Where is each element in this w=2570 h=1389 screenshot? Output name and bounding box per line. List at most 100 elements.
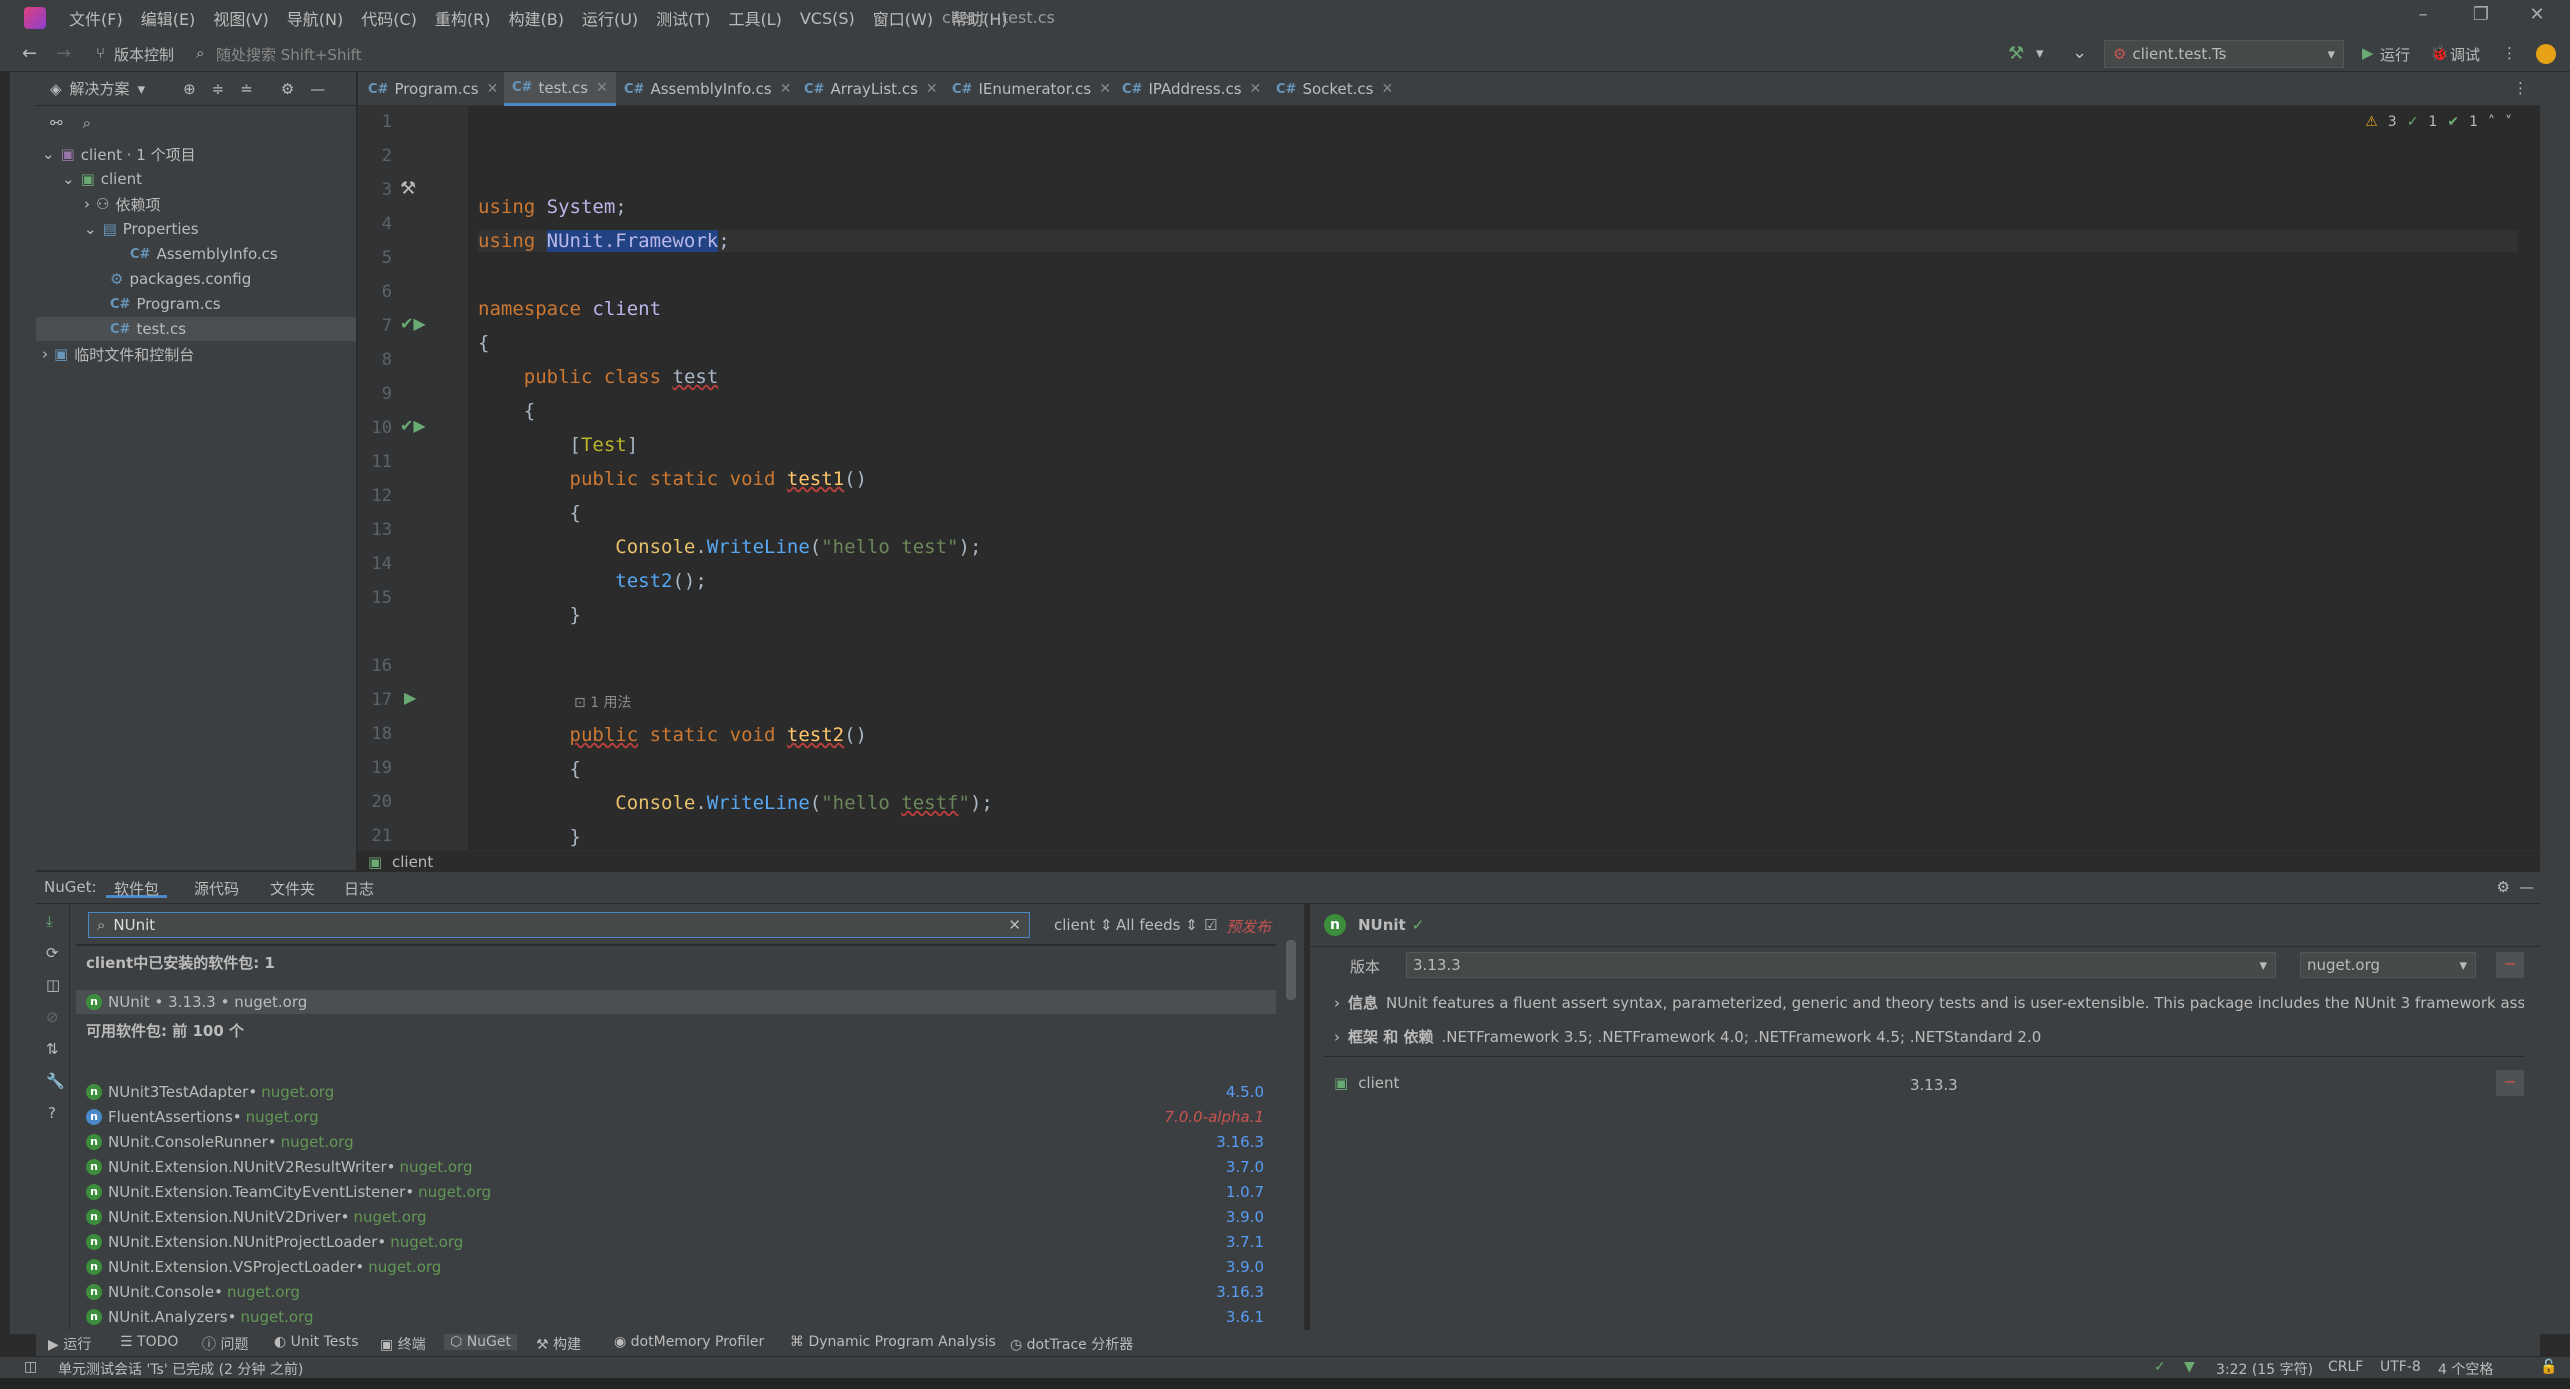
close-icon[interactable]: ✕ <box>1250 81 1262 97</box>
build-hammer-icon[interactable]: ⚒ <box>2008 43 2024 64</box>
tool-tab-unit-tests[interactable]: ◐ Unit Tests <box>274 1334 358 1350</box>
back-icon[interactable]: ← <box>22 43 37 64</box>
tree-properties[interactable]: ⌄ ▤ Properties <box>84 217 199 241</box>
close-icon[interactable]: ✕ <box>487 81 499 97</box>
code-line-7[interactable]: public class test <box>478 366 719 388</box>
tab-program-cs[interactable]: C# Program.cs ✕ <box>368 72 498 106</box>
caret-position[interactable]: 3:22 (15 字符) <box>2216 1359 2313 1379</box>
code-line-5[interactable]: namespace client <box>478 298 661 320</box>
tab-folders[interactable]: 文件夹 <box>262 878 323 899</box>
update-icon[interactable] <box>2536 44 2556 64</box>
tool-tab-nuget[interactable]: ⬡ NuGet <box>444 1334 517 1350</box>
clear-search-icon[interactable]: ✕ <box>1008 916 1021 934</box>
info-row[interactable]: › 信息 NUnit features a fluent assert synt… <box>1334 992 2524 1013</box>
tree-dependencies[interactable]: › ⚇ 依赖项 <box>84 192 160 216</box>
chevron-down-icon[interactable]: ▾ <box>2036 44 2044 62</box>
code-line-11[interactable]: { <box>478 502 581 524</box>
stop-icon[interactable]: ⊘ <box>46 1008 59 1026</box>
tree-scratches[interactable]: › ▣ 临时文件和控制台 <box>42 342 194 366</box>
tool-tab-dotmemory[interactable]: ◉ dotMemory Profiler <box>614 1334 764 1350</box>
package-row[interactable]: n FluentAssertions • nuget.org <box>86 1105 319 1129</box>
search-everywhere[interactable]: 随处搜索 Shift+Shift <box>216 44 362 65</box>
code-line-6[interactable]: { <box>478 332 489 354</box>
run-test-method-icon[interactable]: ✔▶ <box>400 416 426 435</box>
file-encoding[interactable]: UTF-8 <box>2380 1359 2421 1375</box>
tab-ipaddress-cs[interactable]: C# IPAddress.cs ✕ <box>1122 72 1261 106</box>
package-row[interactable]: n NUnit.Extension.VSProjectLoader • nuget… <box>86 1255 441 1279</box>
toggle-panels-icon[interactable]: ◫ <box>24 1359 37 1375</box>
menu-vcs[interactable]: VCS(S) <box>791 9 864 28</box>
package-row[interactable]: n NUnit.Extension.TeamCityEventListener •… <box>86 1180 491 1204</box>
menu-build[interactable]: 构建(B) <box>500 6 573 30</box>
package-row[interactable]: n NUnit3TestAdapter • nuget.org <box>86 1080 334 1104</box>
tab-packages[interactable]: 软件包 <box>106 872 168 898</box>
breadcrumb-item[interactable]: client <box>392 853 433 871</box>
remove-from-project-button[interactable]: − <box>2496 1070 2524 1096</box>
code-line-3[interactable]: using NUnit.Framework; <box>478 230 2518 252</box>
vcs-button[interactable]: 版本控制 <box>114 44 174 65</box>
debug-button[interactable]: 调试 <box>2450 44 2480 65</box>
filter-icon[interactable]: ⚯ <box>50 114 63 132</box>
package-row[interactable]: n NUnit.Extension.NUnitV2Driver • nuget.o… <box>86 1205 427 1229</box>
vcs-status-icon[interactable]: ▼ <box>2184 1359 2195 1375</box>
run-config-select[interactable]: ⚙ client.test.Ts ▾ <box>2104 40 2344 68</box>
solution-title[interactable]: 解决方案 <box>70 78 130 99</box>
locate-icon[interactable]: ⊕ <box>183 80 196 98</box>
project-filter[interactable]: client ⇕ <box>1054 916 1113 934</box>
line-ending[interactable]: CRLF <box>2328 1359 2363 1375</box>
tree-root[interactable]: ⌄ ▣ client · 1 个项目 <box>42 142 196 166</box>
menu-view[interactable]: 视图(V) <box>204 6 277 30</box>
deps-row[interactable]: › 框架 和 依赖 .NETFramework 3.5; .NETFramewo… <box>1334 1026 2041 1047</box>
tool-tab-todo[interactable]: ☰ TODO <box>120 1334 178 1350</box>
close-window-button[interactable]: ✕ <box>2512 4 2562 25</box>
tool-tab-build[interactable]: ⚒ 构建 <box>536 1334 581 1354</box>
menu-tools[interactable]: 工具(L) <box>719 6 790 30</box>
menu-code[interactable]: 代码(C) <box>352 6 426 30</box>
menu-window[interactable]: 窗口(W) <box>864 6 942 30</box>
tree-assemblyinfo[interactable]: C# AssemblyInfo.cs <box>130 242 278 266</box>
package-row[interactable]: n NUnit.Extension.NUnitProjectLoader • nu… <box>86 1230 463 1254</box>
tool-tab-problems[interactable]: ⓘ 问题 <box>202 1334 248 1354</box>
refresh-icon[interactable]: ⟳ <box>46 944 59 962</box>
indent-setting[interactable]: 4 个空格 <box>2438 1359 2493 1379</box>
tab-log[interactable]: 日志 <box>336 878 382 899</box>
menu-edit[interactable]: 编辑(E) <box>132 6 205 30</box>
tree-client-project[interactable]: ⌄ ▣ client <box>62 167 142 191</box>
status-message[interactable]: 单元测试会话 'Ts' 已完成 (2 分钟 之前) <box>58 1359 303 1379</box>
minimize-button[interactable]: – <box>2398 4 2448 25</box>
hammer-icon[interactable]: ⚒ <box>400 178 416 199</box>
package-row[interactable]: n NUnit.Analyzers • nuget.org <box>86 1305 314 1329</box>
menu-file[interactable]: 文件(F) <box>60 6 132 30</box>
search-icon[interactable]: ⌕ <box>83 114 91 132</box>
package-row[interactable]: n NUnit.ConsoleRunner • nuget.org <box>86 1130 354 1154</box>
menu-test[interactable]: 测试(T) <box>647 6 719 30</box>
inspection-widget[interactable]: ⚠ 3 ✓ 1 ✔ 1 ˄ ˅ <box>2365 114 2512 130</box>
menu-navigate[interactable]: 导航(N) <box>278 6 352 30</box>
tree-test-cs[interactable]: C# test.cs <box>36 317 356 341</box>
restore-button[interactable]: ❐ <box>2456 4 2506 25</box>
close-icon[interactable]: ✕ <box>1099 81 1111 97</box>
tab-test-cs[interactable]: C# test.cs ✕ <box>504 72 616 106</box>
menu-run[interactable]: 运行(U) <box>573 6 647 30</box>
panel-icon[interactable]: ◫ <box>46 976 60 994</box>
tool-tab-dpa[interactable]: ⌘ Dynamic Program Analysis <box>790 1334 996 1350</box>
expand-icon[interactable]: ⌄ <box>2072 42 2087 63</box>
version-select[interactable]: 3.13.3 ▾ <box>1406 952 2276 978</box>
hide-icon[interactable]: — <box>2519 878 2534 896</box>
chevron-down-icon[interactable]: ˅ <box>2505 114 2512 130</box>
tree-packages-config[interactable]: ⚙ packages.config <box>110 267 251 291</box>
sort-icon[interactable]: ⇅ <box>46 1040 59 1058</box>
feed-select[interactable]: nuget.org ▾ <box>2300 952 2476 978</box>
run-button[interactable]: 运行 <box>2380 44 2410 65</box>
chevron-up-icon[interactable]: ˄ <box>2488 114 2495 130</box>
close-icon[interactable]: ✕ <box>596 80 608 96</box>
tree-program-cs[interactable]: C# Program.cs <box>110 292 221 316</box>
tab-assemblyinfo-cs[interactable]: C# AssemblyInfo.cs ✕ <box>624 72 791 106</box>
code-line-18[interactable]: Console.WriteLine("hello testf"); <box>478 792 993 814</box>
run-method-icon[interactable]: ▶ <box>404 688 416 707</box>
check-icon[interactable]: ✓ <box>2154 1359 2166 1375</box>
code-line-16[interactable]: public static void test2() <box>478 724 867 746</box>
hide-icon[interactable]: — <box>310 80 325 98</box>
tab-arraylist-cs[interactable]: C# ArrayList.cs ✕ <box>804 72 938 106</box>
feed-filter[interactable]: All feeds ⇕ <box>1116 916 1198 934</box>
